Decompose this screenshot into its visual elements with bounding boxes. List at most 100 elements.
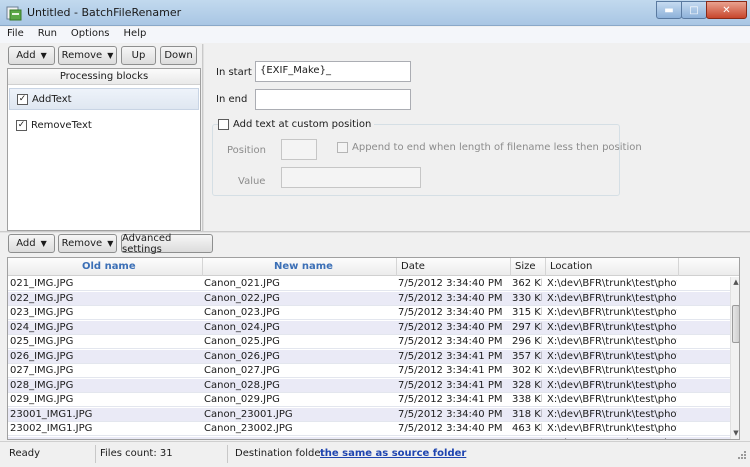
remove-block-button[interactable]: Remove ▼ bbox=[58, 46, 117, 65]
down-button[interactable]: Down bbox=[160, 46, 197, 65]
scroll-up-icon[interactable]: ▲ bbox=[732, 278, 739, 288]
horizontal-splitter[interactable] bbox=[0, 231, 750, 233]
cell-size: 328 Kb bbox=[512, 379, 542, 391]
cell-location: X:\dev\BFR\trunk\test\photo bbox=[547, 336, 677, 347]
maximize-icon: □ bbox=[689, 4, 699, 16]
cell-location: X:\dev\BFR\trunk\test\photo bbox=[547, 438, 677, 440]
append-end-checkbox[interactable]: Append to end when length of filename le… bbox=[337, 142, 642, 153]
processing-blocks-header: Processing blocks bbox=[8, 69, 200, 85]
position-input[interactable] bbox=[281, 139, 317, 160]
cell-location: X:\dev\BFR\trunk\test\photo bbox=[547, 307, 677, 318]
advanced-settings-button[interactable]: Advanced settings bbox=[121, 233, 213, 255]
remove-files-button[interactable]: Remove ▼ bbox=[58, 234, 117, 253]
cell-location: X:\dev\BFR\trunk\test\photo bbox=[547, 350, 677, 362]
add-files-button[interactable]: Add ▼ bbox=[8, 234, 55, 253]
cell-location: X:\dev\BFR\trunk\test\photo bbox=[547, 394, 677, 405]
menu-file[interactable]: File bbox=[0, 27, 31, 43]
cell-size: 317 Kb bbox=[512, 438, 542, 440]
table-row[interactable]: 23002_IMG1.JPG Canon_23002.JPG 7/5/2012 3:… bbox=[8, 422, 730, 436]
cell-old-name: 027_IMG.JPG bbox=[10, 365, 74, 376]
menu-run[interactable]: Run bbox=[31, 27, 64, 43]
cell-old-name: 024_IMG.JPG bbox=[10, 321, 74, 333]
custom-position-checkbox[interactable]: Add text at custom position bbox=[218, 119, 375, 130]
menu-help[interactable]: Help bbox=[117, 27, 154, 43]
block-item-removetext[interactable]: ✓ RemoveText bbox=[9, 114, 199, 136]
add-block-button[interactable]: Add ▼ bbox=[8, 46, 55, 65]
column-divider[interactable] bbox=[396, 258, 397, 276]
scrollbar-thumb[interactable] bbox=[732, 305, 739, 343]
cell-location: X:\dev\BFR\trunk\test\photo bbox=[547, 365, 677, 376]
window-title: Untitled - BatchFileRenamer bbox=[27, 6, 182, 19]
dropdown-arrow-icon: ▼ bbox=[40, 51, 47, 60]
append-end-check[interactable] bbox=[337, 142, 348, 153]
cell-old-name: 025_IMG.JPG bbox=[10, 336, 74, 347]
block-item-addtext[interactable]: ✓ AddText bbox=[9, 88, 199, 110]
append-end-label: Append to end when length of filename le… bbox=[352, 142, 642, 153]
table-row[interactable]: 027_IMG.JPG Canon_027.JPG 7/5/2012 3:34:41… bbox=[8, 364, 730, 378]
table-row[interactable]: 028_IMG.JPG Canon_028.JPG 7/5/2012 3:34:41… bbox=[8, 378, 730, 393]
file-grid: Old name New name Date Size Location 021… bbox=[7, 257, 740, 440]
column-divider[interactable] bbox=[678, 258, 679, 276]
remove-files-label: Remove bbox=[61, 238, 103, 249]
cell-location: X:\dev\BFR\trunk\test\photo bbox=[547, 278, 677, 289]
close-button[interactable]: ✕ bbox=[706, 1, 747, 19]
table-row[interactable]: 022_IMG.JPG Canon_022.JPG 7/5/2012 3:34:40… bbox=[8, 291, 730, 306]
dropdown-arrow-icon: ▼ bbox=[107, 239, 114, 248]
menu-options[interactable]: Options bbox=[64, 27, 117, 43]
column-divider[interactable] bbox=[545, 258, 546, 276]
position-label: Position bbox=[227, 145, 266, 156]
block-label-removetext: RemoveText bbox=[31, 119, 92, 131]
in-start-input[interactable]: {EXIF_Make}_ bbox=[255, 61, 411, 82]
cell-old-name: 028_IMG.JPG bbox=[10, 379, 74, 391]
add-files-label: Add bbox=[16, 238, 36, 249]
grid-scrollbar[interactable]: ▲ ▼ bbox=[730, 277, 739, 439]
cell-size: 463 Kb bbox=[512, 423, 542, 434]
cell-date: 7/5/2012 3:34:40 PM bbox=[398, 336, 503, 347]
resize-grip-icon[interactable] bbox=[735, 450, 747, 462]
title-bar: Untitled - BatchFileRenamer ▬ □ ✕ bbox=[0, 0, 750, 26]
cell-size: 318 Kb bbox=[512, 408, 542, 420]
minimize-icon: ▬ bbox=[664, 4, 674, 16]
maximize-button[interactable]: □ bbox=[681, 1, 707, 19]
up-button[interactable]: Up bbox=[121, 46, 156, 65]
column-old-name[interactable]: Old name bbox=[82, 261, 136, 272]
block-checkbox-addtext[interactable]: ✓ bbox=[17, 93, 28, 105]
status-ready: Ready bbox=[9, 448, 41, 459]
in-end-input[interactable] bbox=[255, 89, 411, 110]
column-location[interactable]: Location bbox=[550, 261, 592, 272]
table-row[interactable]: 029_IMG.JPG Canon_029.JPG 7/5/2012 3:34:41… bbox=[8, 393, 730, 407]
cell-old-name: 021_IMG.JPG bbox=[10, 278, 74, 289]
block-checkbox-removetext[interactable]: ✓ bbox=[16, 119, 27, 131]
table-row[interactable]: 023_IMG.JPG Canon_023.JPG 7/5/2012 3:34:40… bbox=[8, 306, 730, 320]
processing-blocks-panel: Processing blocks ✓ AddText ✓ RemoveText bbox=[7, 68, 201, 231]
value-input[interactable] bbox=[281, 167, 421, 188]
table-row[interactable]: 021_IMG.JPG Canon_021.JPG 7/5/2012 3:34:40… bbox=[8, 277, 730, 291]
cell-date: 7/5/2012 3:34:40 PM bbox=[398, 307, 503, 318]
table-row[interactable]: 23001_IMG1.JPG Canon_23001.JPG 7/5/2012 3:… bbox=[8, 407, 730, 422]
table-row[interactable]: 025_IMG.JPG Canon_025.JPG 7/5/2012 3:34:40… bbox=[8, 335, 730, 349]
column-size[interactable]: Size bbox=[515, 261, 536, 272]
column-divider[interactable] bbox=[510, 258, 511, 276]
custom-position-check[interactable] bbox=[218, 119, 229, 130]
grid-header: Old name New name Date Size Location bbox=[8, 258, 739, 276]
table-row[interactable]: 23003_IMG1.JPG Canon_23003.JPG 7/5/2012 3:… bbox=[8, 436, 730, 440]
scroll-down-icon[interactable]: ▼ bbox=[732, 429, 739, 439]
minimize-button[interactable]: ▬ bbox=[656, 1, 682, 19]
destination-folder-label: Destination folder: bbox=[235, 448, 328, 459]
cell-size: 297 Kb bbox=[512, 321, 542, 333]
vertical-splitter[interactable] bbox=[202, 44, 204, 231]
cell-size: 330 Kb bbox=[512, 292, 542, 304]
cell-new-name: Canon_026.JPG bbox=[204, 350, 280, 362]
checkbox-check-icon: ✓ bbox=[18, 93, 27, 104]
menu-bar: File Run Options Help bbox=[0, 27, 750, 43]
column-divider[interactable] bbox=[202, 258, 203, 276]
destination-folder-link[interactable]: the same as source folder bbox=[320, 448, 466, 459]
cell-date: 7/5/2012 3:34:41 PM bbox=[398, 365, 503, 376]
column-date[interactable]: Date bbox=[401, 261, 425, 272]
table-row[interactable]: 024_IMG.JPG Canon_024.JPG 7/5/2012 3:34:40… bbox=[8, 320, 730, 335]
cell-old-name: 029_IMG.JPG bbox=[10, 394, 74, 405]
cell-date: 7/5/2012 3:34:40 PM bbox=[398, 423, 503, 434]
cell-old-name: 23003_IMG1.JPG bbox=[10, 438, 200, 440]
table-row[interactable]: 026_IMG.JPG Canon_026.JPG 7/5/2012 3:34:41… bbox=[8, 349, 730, 364]
column-new-name[interactable]: New name bbox=[274, 261, 333, 272]
